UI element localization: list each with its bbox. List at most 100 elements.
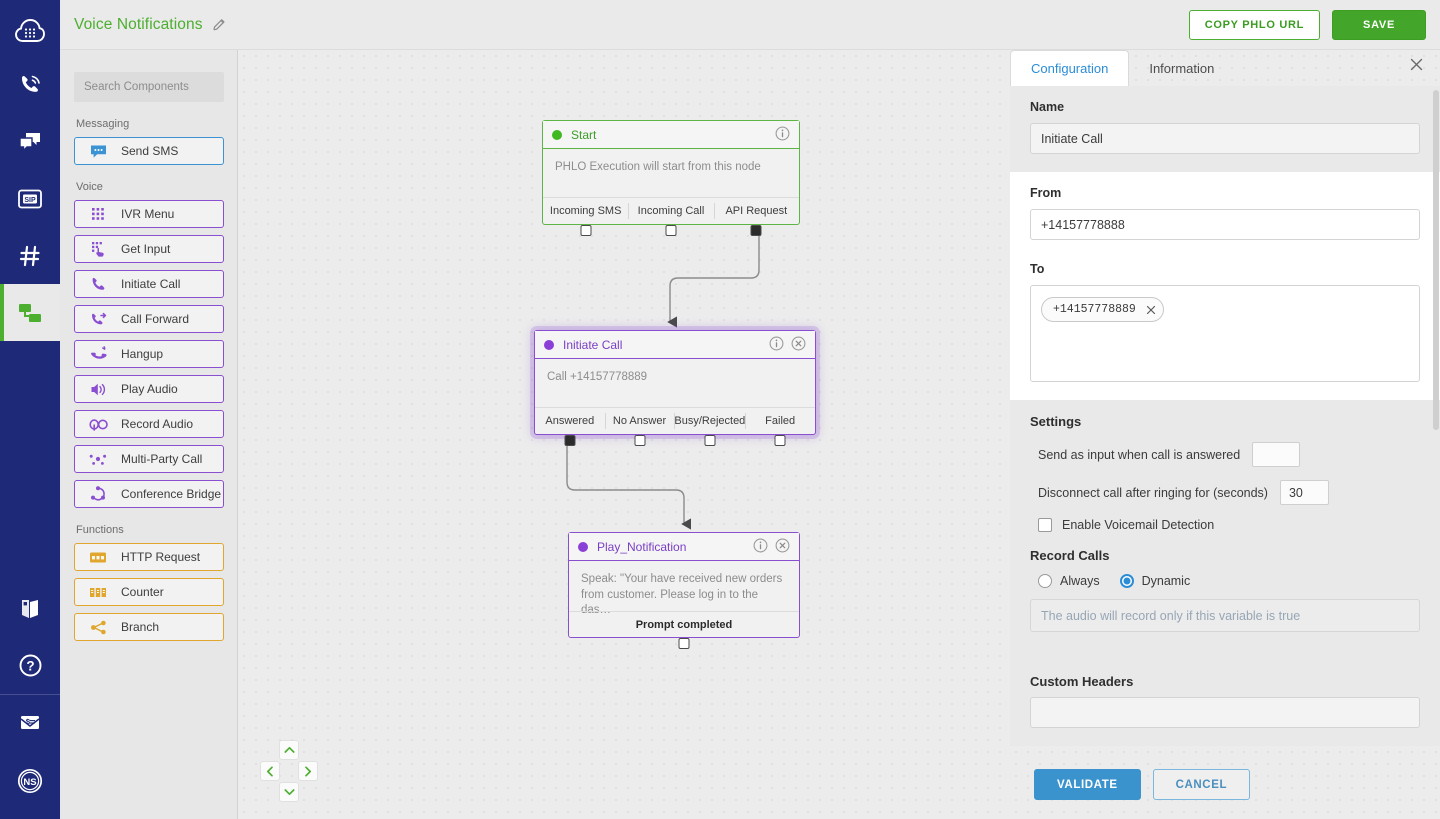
node-title: Initiate Call	[563, 337, 623, 352]
palette-item-record-audio[interactable]: Record Audio	[74, 410, 224, 438]
disconnect-label: Disconnect call after ringing for (secon…	[1038, 485, 1268, 500]
port-api-request[interactable]: API Request	[713, 198, 799, 236]
nav-item-docs[interactable]	[0, 580, 60, 637]
pan-right-button[interactable]	[298, 761, 318, 781]
delete-circle-icon[interactable]	[791, 336, 806, 354]
node-header: Start	[543, 121, 799, 149]
panel-scroll-area[interactable]: Name From To +14157778889	[1010, 86, 1440, 764]
nav-item-numbers[interactable]	[0, 227, 60, 284]
copy-phlo-url-button[interactable]: COPY PHLO URL	[1188, 9, 1321, 40]
palette-item-branch[interactable]: Branch	[74, 613, 224, 641]
record-calls-radio-group: Always Dynamic	[1030, 574, 1420, 588]
port-busy-rejected[interactable]: Busy/Rejected	[674, 408, 745, 446]
radio-dynamic[interactable]	[1119, 574, 1134, 588]
nav-item-account[interactable]: NS	[0, 752, 60, 809]
palette-item-ivr-menu[interactable]: IVR Menu	[74, 200, 224, 228]
palette-group-label-voice: Voice	[76, 181, 103, 193]
flow-node-start[interactable]: Start PHLO Execution will start from thi…	[542, 120, 800, 236]
port-knob[interactable]	[704, 435, 716, 446]
send-as-input-field[interactable]	[1252, 442, 1301, 467]
status-dot	[578, 541, 588, 552]
phone-voice-icon	[21, 75, 40, 92]
save-button[interactable]: SAVE	[1332, 9, 1426, 40]
port-answered[interactable]: Answered	[535, 408, 605, 446]
info-icon[interactable]	[769, 336, 784, 354]
header-actions: COPY PHLO URL SAVE	[1188, 9, 1426, 40]
port-knob[interactable]	[564, 435, 576, 446]
nav-item-messaging[interactable]	[0, 113, 60, 170]
edit-title-button[interactable]	[212, 17, 227, 32]
from-input[interactable]	[1030, 209, 1420, 240]
flow-node-initiate-call[interactable]: Initiate Call Call +14157778889 Answered…	[534, 330, 816, 446]
remove-chip-button[interactable]	[1146, 305, 1156, 315]
nav-item-phlo[interactable]	[0, 284, 60, 341]
palette-item-multi-party-call[interactable]: Multi-Party Call	[74, 445, 224, 473]
info-icon[interactable]	[753, 538, 768, 556]
info-icon[interactable]	[775, 126, 790, 144]
send-as-input-label: Send as input when call is answered	[1038, 447, 1241, 462]
tab-information[interactable]: Information	[1129, 50, 1234, 86]
port-knob[interactable]	[634, 435, 646, 446]
delete-circle-icon[interactable]	[775, 538, 790, 556]
close-panel-button[interactable]	[1409, 57, 1424, 77]
name-input[interactable]	[1030, 123, 1420, 154]
call-forward-icon	[87, 311, 109, 327]
node-output-ports: Prompt completed	[569, 611, 799, 649]
config-panel: Configuration Information Name From To	[1010, 50, 1440, 819]
palette-item-initiate-call[interactable]: Initiate Call	[74, 270, 224, 298]
http-request-icon	[87, 551, 109, 564]
to-chip-input[interactable]: +14157778889	[1030, 285, 1420, 382]
palette-item-hangup[interactable]: Hangup	[74, 340, 224, 368]
port-incoming-call[interactable]: Incoming Call	[628, 198, 713, 236]
canvas-pan-controls	[260, 740, 318, 802]
nav-item-sip[interactable]: SIP	[0, 170, 60, 227]
panel-scrollbar[interactable]	[1433, 90, 1439, 430]
nav-item-voice[interactable]	[0, 56, 60, 113]
palette-item-get-input[interactable]: Get Input	[74, 235, 224, 263]
radio-always[interactable]	[1038, 574, 1052, 588]
nav-item-billing[interactable]: $	[0, 695, 60, 752]
custom-headers-input[interactable]	[1030, 697, 1420, 728]
port-failed[interactable]: Failed	[745, 408, 815, 446]
port-knob[interactable]	[774, 435, 786, 446]
voicemail-detection-row[interactable]: Enable Voicemail Detection	[1030, 518, 1420, 532]
nav-item-help[interactable]: ?	[0, 637, 60, 694]
node-output-ports: Answered No Answer Busy/Rejected Failed	[535, 407, 815, 446]
close-icon	[1146, 305, 1155, 314]
port-knob[interactable]	[580, 225, 592, 236]
pan-up-button[interactable]	[279, 740, 299, 760]
palette-item-call-forward[interactable]: Call Forward	[74, 305, 224, 333]
radio-option-always[interactable]: Always	[1038, 574, 1100, 588]
port-no-answer[interactable]: No Answer	[604, 408, 675, 446]
port-label: Incoming SMS	[549, 205, 622, 217]
speaker-icon	[87, 382, 109, 397]
tab-configuration[interactable]: Configuration	[1010, 50, 1130, 86]
app-logo[interactable]	[0, 6, 60, 56]
pan-left-button[interactable]	[260, 761, 280, 781]
record-variable-input[interactable]	[1030, 599, 1420, 632]
palette-item-counter[interactable]: Counter	[74, 578, 224, 606]
port-prompt-completed[interactable]: Prompt completed	[569, 612, 799, 649]
top-header: Voice Notifications COPY PHLO URL SAVE	[60, 0, 1440, 50]
counter-icon	[87, 586, 109, 599]
radio-option-dynamic[interactable]: Dynamic	[1119, 574, 1190, 588]
port-knob[interactable]	[678, 638, 690, 649]
flow-canvas[interactable]: Start PHLO Execution will start from thi…	[238, 50, 1010, 819]
cancel-button[interactable]: CANCEL	[1152, 769, 1251, 800]
disconnect-seconds-field[interactable]	[1279, 480, 1329, 505]
palette-item-play-audio[interactable]: Play Audio	[74, 375, 224, 403]
palette-item-http-request[interactable]: HTTP Request	[74, 543, 224, 571]
voicemail-detection-checkbox[interactable]	[1038, 518, 1052, 532]
flow-node-play-notification[interactable]: Play_Notification Speak: "Your have rece…	[568, 532, 800, 649]
port-knob[interactable]	[665, 225, 677, 236]
palette-item-send-sms[interactable]: Send SMS	[74, 137, 224, 165]
palette-item-label: Branch	[121, 620, 160, 634]
status-dot	[544, 339, 554, 350]
name-section: Name	[1010, 86, 1440, 172]
palette-item-conference-bridge[interactable]: Conference Bridge	[74, 480, 224, 508]
search-components-input[interactable]	[74, 72, 224, 102]
pan-down-button[interactable]	[279, 782, 299, 802]
port-knob[interactable]	[750, 225, 762, 236]
validate-button[interactable]: VALIDATE	[1034, 769, 1141, 800]
port-incoming-sms[interactable]: Incoming SMS	[543, 198, 628, 236]
